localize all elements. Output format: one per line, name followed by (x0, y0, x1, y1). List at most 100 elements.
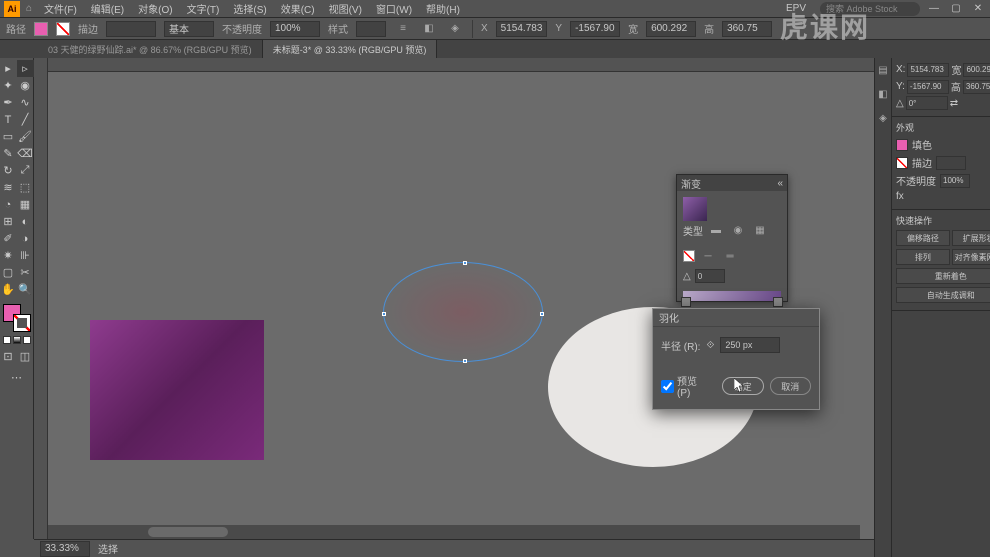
xf-w[interactable]: 600.292 (963, 63, 990, 77)
gradient-preview[interactable] (683, 197, 707, 221)
gradient-stroke-type1-icon[interactable]: ─ (699, 247, 717, 265)
stroke-color[interactable] (13, 314, 31, 332)
quick-pixel[interactable]: 对齐像素网格 (952, 249, 990, 265)
gradient-freeform-icon[interactable]: ▦ (751, 221, 769, 239)
tool-slice[interactable]: ✂ (17, 264, 34, 281)
search-input[interactable]: 搜索 Adobe Stock (820, 2, 920, 16)
tool-shaper[interactable]: ✎ (0, 145, 17, 162)
tool-wand[interactable]: ✦ (0, 77, 17, 94)
gradient-stroke-type2-icon[interactable]: ═ (721, 247, 739, 265)
preview-checkbox[interactable]: 预览 (P) (661, 373, 710, 399)
app-logo[interactable]: Ai (4, 1, 20, 17)
appear-stroke-swatch[interactable] (896, 157, 908, 169)
artwork-selected-ellipse[interactable] (383, 262, 543, 362)
tool-free-transform[interactable]: ⬚ (17, 179, 34, 196)
quick-recolor[interactable]: 重新着色 (896, 268, 990, 284)
tool-brush[interactable]: 🖌 (17, 128, 34, 145)
tool-rotate[interactable]: ↻ (0, 162, 17, 179)
tool-rect[interactable]: ▭ (0, 128, 17, 145)
quick-expand[interactable]: 扩展形状 (952, 230, 990, 246)
menu-object[interactable]: 对象(O) (132, 1, 178, 16)
tool-lasso[interactable]: ◉ (17, 77, 34, 94)
fill-swatch[interactable] (34, 22, 48, 36)
tool-eyedropper[interactable]: ✐ (0, 230, 17, 247)
xf-angle[interactable]: 0° (906, 96, 948, 110)
stroke-swatch[interactable] (56, 22, 70, 36)
appear-opacity[interactable]: 100% (940, 174, 970, 188)
gradient-close-icon[interactable]: « (777, 178, 783, 189)
cancel-button[interactable]: 取消 (770, 377, 812, 395)
tool-symbol[interactable]: ✷ (0, 247, 17, 264)
stepper-icon[interactable]: ⟐ (706, 340, 714, 351)
ruler-vertical[interactable] (34, 58, 48, 539)
appear-fill-swatch[interactable] (896, 139, 908, 151)
stroke-weight-field[interactable] (106, 21, 156, 37)
xf-y[interactable]: -1567.90 (907, 80, 949, 94)
minimize-icon[interactable]: — (926, 2, 942, 16)
flip-icon[interactable]: ⇄ (950, 98, 958, 109)
menu-effect[interactable]: 效果(C) (275, 1, 321, 16)
edit-toolbar[interactable]: ⋯ (8, 369, 25, 386)
tool-direct-select[interactable]: ▹ (17, 60, 34, 77)
w-field[interactable]: 600.292 (646, 21, 696, 37)
tool-hand[interactable]: ✋ (0, 281, 17, 298)
tool-gradient[interactable]: ◐ (17, 213, 34, 230)
quick-blend[interactable]: 自动生成调和 (896, 287, 990, 303)
radius-input[interactable] (720, 337, 780, 353)
tool-width[interactable]: ≋ (0, 179, 17, 196)
tool-pen[interactable]: ✒ (0, 94, 17, 111)
xf-x[interactable]: 5154.783 (907, 63, 949, 77)
xf-h[interactable]: 360.75 (963, 80, 990, 94)
menu-help[interactable]: 帮助(H) (420, 1, 466, 16)
tool-line[interactable]: ╱ (17, 111, 34, 128)
ruler-horizontal[interactable] (48, 58, 874, 72)
style-field[interactable] (356, 21, 386, 37)
draw-mode[interactable]: ◫ (17, 348, 34, 365)
tool-artboard[interactable]: ▢ (0, 264, 17, 281)
tool-mesh[interactable]: ⊞ (0, 213, 17, 230)
menu-select[interactable]: 选择(S) (227, 1, 272, 16)
tool-graph[interactable]: ⊪ (17, 247, 34, 264)
libraries-icon[interactable]: ◈ (875, 110, 891, 126)
properties-icon[interactable]: ▤ (875, 62, 891, 78)
menu-view[interactable]: 视图(V) (323, 1, 368, 16)
home-icon[interactable]: ⌂ (22, 2, 36, 16)
menu-edit[interactable]: 编辑(E) (85, 1, 130, 16)
gradient-angle[interactable]: 0 (695, 269, 725, 283)
x-field[interactable]: 5154.783 (496, 21, 548, 37)
tool-curvature[interactable]: ∿ (17, 94, 34, 111)
tool-type[interactable]: T (0, 111, 17, 128)
tool-blend[interactable]: ◑ (17, 230, 34, 247)
scrollbar-horizontal[interactable] (48, 525, 860, 539)
gradient-linear-icon[interactable]: ▬ (707, 221, 725, 239)
fx-label[interactable]: fx (896, 191, 904, 202)
preview-cb-input[interactable] (661, 380, 674, 393)
menu-window[interactable]: 窗口(W) (370, 1, 418, 16)
h-field[interactable]: 360.75 (722, 21, 772, 37)
scrollbar-thumb[interactable] (148, 527, 228, 537)
menu-type[interactable]: 文字(T) (181, 1, 226, 16)
tool-selection[interactable]: ▸ (0, 60, 17, 77)
screen-mode[interactable]: ⊡ (0, 348, 17, 365)
appear-stroke-weight[interactable] (936, 156, 966, 170)
layers-icon[interactable]: ◧ (875, 86, 891, 102)
gradient-radial-icon[interactable]: ◉ (729, 221, 747, 239)
tab-doc2[interactable]: 未标题-3* @ 33.33% (RGB/GPU 预览) (263, 40, 438, 58)
fill-stroke-control[interactable] (3, 304, 31, 332)
y-field[interactable]: -1567.90 (570, 21, 620, 37)
opacity-field[interactable]: 100% (270, 21, 320, 37)
align-icon[interactable]: ≡ (394, 20, 412, 38)
brush-profile-field[interactable]: 基本 (164, 21, 214, 37)
quick-arrange[interactable]: 排列 (896, 249, 950, 265)
tab-doc1[interactable]: 03 天健的绿野仙踪.ai* @ 86.67% (RGB/GPU 预览) (38, 40, 263, 58)
zoom-field[interactable]: 33.33% (40, 541, 90, 557)
quick-offset[interactable]: 偏移路径 (896, 230, 950, 246)
artwork-purple-rect[interactable] (90, 320, 264, 460)
menu-file[interactable]: 文件(F) (38, 1, 83, 16)
ok-button[interactable]: 确定 (722, 377, 764, 395)
transform-icon[interactable]: ◈ (446, 20, 464, 38)
shape-mode-icon[interactable]: ◧ (420, 20, 438, 38)
close-icon[interactable]: ✕ (970, 2, 986, 16)
color-mode-swatches[interactable] (3, 336, 31, 344)
tool-eraser[interactable]: ⌫ (17, 145, 34, 162)
